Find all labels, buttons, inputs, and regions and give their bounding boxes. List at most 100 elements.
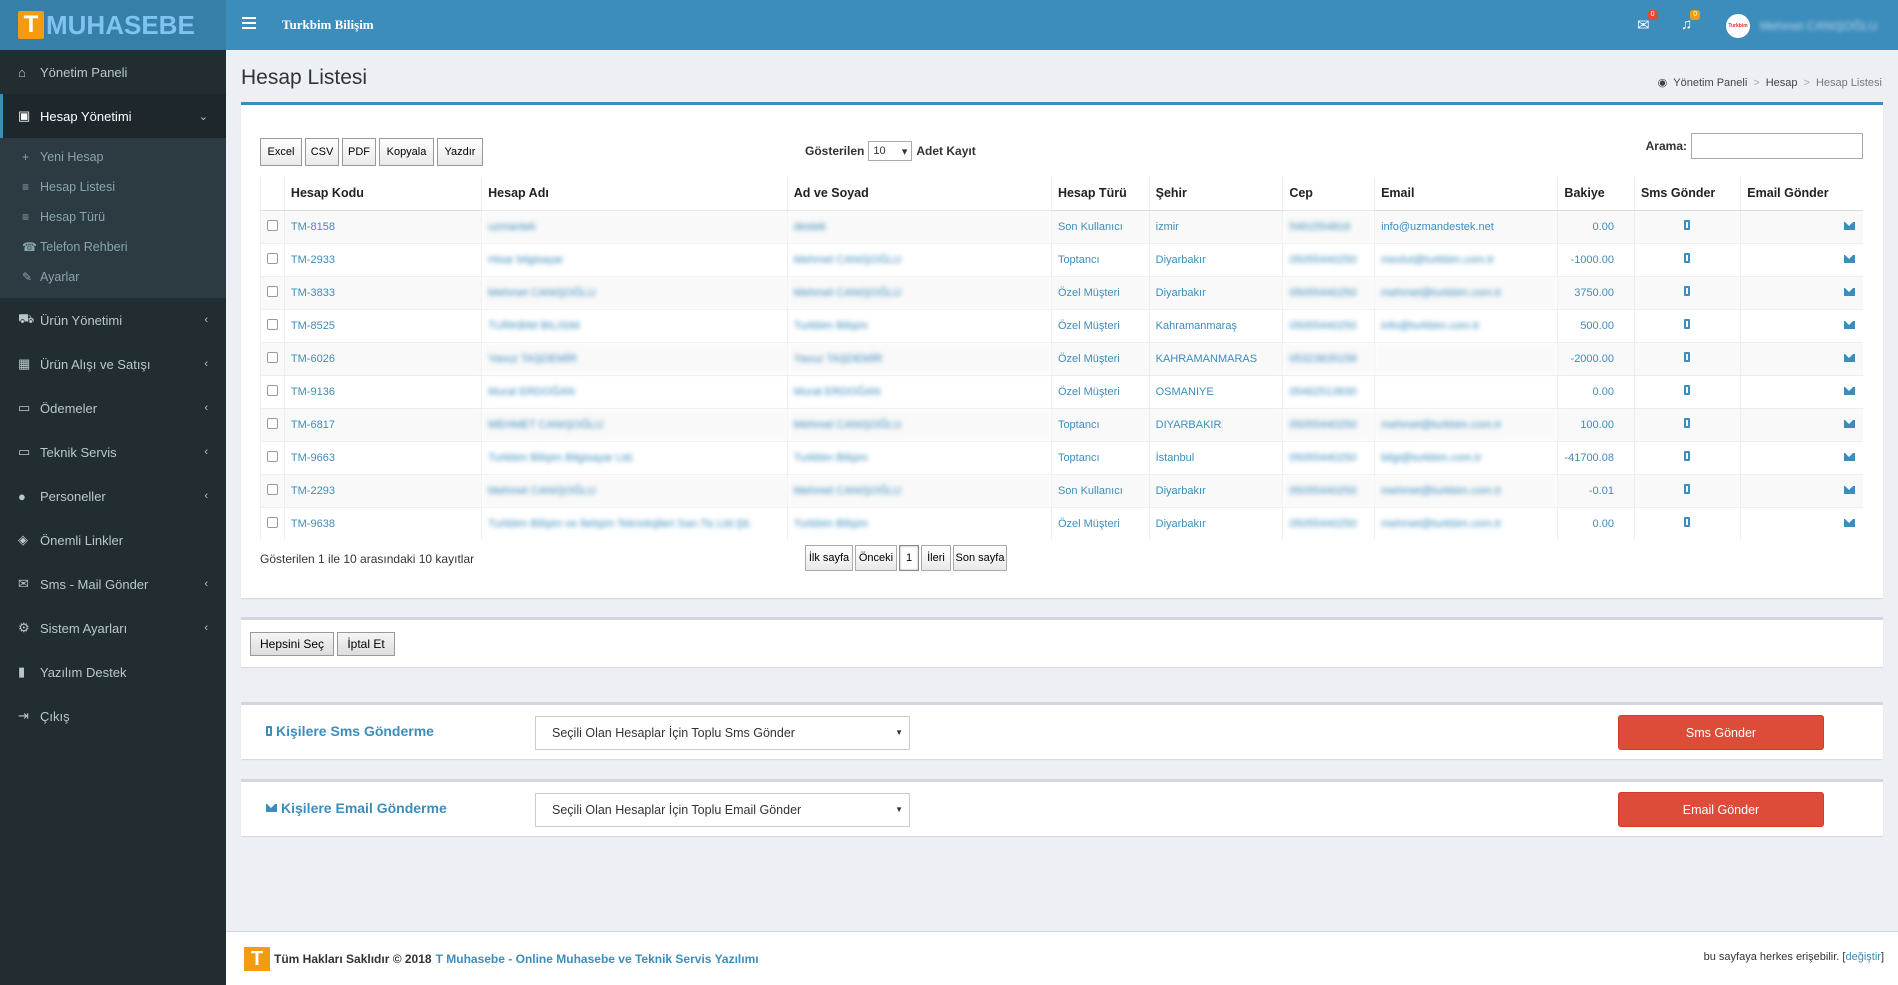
cell-ad-soyad[interactable]: destek <box>786 209 1052 243</box>
cell-ad-soyad[interactable]: Yavuz TAŞDEMİR <box>786 341 1052 375</box>
envelope-icon[interactable] <box>1844 221 1855 230</box>
sms-send-cell[interactable] <box>1633 440 1741 474</box>
cell-email[interactable] <box>1374 374 1558 408</box>
header-bakiye[interactable]: Bakiye <box>1557 177 1635 211</box>
cell-sehir[interactable]: KAHRAMANMARAS <box>1148 341 1283 375</box>
cell-cep[interactable]: 05055440250 <box>1282 473 1375 507</box>
sms-send-cell[interactable] <box>1633 275 1741 309</box>
table-row[interactable]: TM-9638 Turkbim Bilişim ve İletişim Tekno… <box>260 506 1863 540</box>
bell-icon[interactable]: ♫ 0 <box>1681 10 1701 33</box>
email-send-button[interactable]: Email Gönder <box>1618 792 1824 827</box>
sidebar-item-hesap-yonetimi[interactable]: ▣ Hesap Yönetimi ⌄ <box>0 94 226 138</box>
cell-hesap-adi[interactable]: uzmantek <box>481 209 788 243</box>
table-row[interactable]: TM-6026 Yavuz TAŞDEMİR Yavuz TAŞDEMİR Özel … <box>260 341 1863 375</box>
pagination-next[interactable]: İleri <box>921 545 951 571</box>
cell-hesap-turu[interactable]: Toptancı <box>1050 407 1150 441</box>
sidebar-item-onemli-linkler[interactable]: ◈ Önemli Linkler <box>0 518 226 562</box>
mobile-icon[interactable] <box>1683 319 1690 329</box>
header-email-gonder[interactable]: Email Gönder <box>1740 177 1863 211</box>
cell-hesap-kodu[interactable]: TM-6026 <box>283 341 482 375</box>
header-hesap-kodu[interactable]: Hesap Kodu <box>283 177 482 211</box>
cell-hesap-adi[interactable]: Turkbim Bilişim ve İletişim Teknolojiler… <box>481 506 788 540</box>
cancel-button[interactable]: İptal Et <box>337 632 395 656</box>
envelope-icon[interactable] <box>1844 518 1855 527</box>
cell-cep[interactable]: 05055440250 <box>1282 275 1375 309</box>
cell-email[interactable]: mehmet@turkbim.com.tr <box>1374 506 1558 540</box>
mobile-icon[interactable] <box>1683 352 1690 362</box>
cell-hesap-kodu[interactable]: TM-9663 <box>283 440 482 474</box>
sms-action-select[interactable]: Seçili Olan Hesaplar İçin Toplu Sms Gönd… <box>535 716 910 750</box>
sidebar-subitem-yeni-hesap[interactable]: + Yeni Hesap <box>0 142 226 172</box>
sms-send-cell[interactable] <box>1633 341 1741 375</box>
cell-hesap-turu[interactable]: Özel Müşteri <box>1050 341 1150 375</box>
cell-hesap-turu[interactable]: Toptancı <box>1050 242 1150 276</box>
header-email[interactable]: Email <box>1374 177 1558 211</box>
cell-hesap-kodu[interactable]: TM-9638 <box>283 506 482 540</box>
csv-button[interactable]: CSV <box>305 138 339 166</box>
cell-cep[interactable]: 05055440250 <box>1282 506 1375 540</box>
cell-hesap-adi[interactable]: MEHMET CANIŞOĞLU <box>481 407 788 441</box>
sms-send-button[interactable]: Sms Gönder <box>1618 715 1824 750</box>
cell-hesap-kodu[interactable]: TM-9136 <box>283 374 482 408</box>
sidebar-item-urun-alisi-satisi[interactable]: ▦ Ürün Alışı ve Satışı ‹ <box>0 342 226 386</box>
cell-ad-soyad[interactable]: Mehmet CANIŞOĞLU <box>786 473 1052 507</box>
cell-sehir[interactable]: Diyarbakır <box>1148 473 1283 507</box>
row-checkbox[interactable] <box>260 473 285 507</box>
envelope-icon[interactable] <box>1844 320 1855 329</box>
cell-cep[interactable]: 05055440250 <box>1282 308 1375 342</box>
cell-email[interactable]: info@uzmandestek.net <box>1374 209 1558 243</box>
cell-hesap-adi[interactable]: Turkbim Bilişim Bilgisayar Ltd. <box>481 440 788 474</box>
cell-hesap-adi[interactable]: Mehmet CANIŞOĞLU <box>481 275 788 309</box>
email-send-cell[interactable] <box>1740 275 1863 309</box>
sidebar-item-personeller[interactable]: ● Personeller ‹ <box>0 474 226 518</box>
cell-hesap-adi[interactable]: Yavuz TAŞDEMİR <box>481 341 788 375</box>
search-input[interactable] <box>1691 133 1863 159</box>
cell-cep[interactable]: 05462513830 <box>1282 374 1375 408</box>
cell-hesap-turu[interactable]: Son Kullanıcı <box>1050 473 1150 507</box>
cell-hesap-turu[interactable]: Özel Müşteri <box>1050 308 1150 342</box>
email-send-cell[interactable] <box>1740 506 1863 540</box>
cell-sehir[interactable]: Diyarbakır <box>1148 242 1283 276</box>
cell-hesap-kodu[interactable]: TM-8158 <box>283 209 482 243</box>
select-all-button[interactable]: Hepsini Seç <box>250 632 334 656</box>
mobile-icon[interactable] <box>1683 517 1690 528</box>
row-checkbox[interactable] <box>260 275 285 309</box>
cell-cep[interactable]: 05055440250 <box>1282 242 1375 276</box>
sms-send-cell[interactable] <box>1633 506 1741 540</box>
cell-ad-soyad[interactable]: Mehmet CANIŞOĞLU <box>786 275 1052 309</box>
cell-sehir[interactable]: Diyarbakır <box>1148 506 1283 540</box>
cell-ad-soyad[interactable]: Mehmet CANIŞOĞLU <box>786 242 1052 276</box>
print-button[interactable]: Yazdır <box>437 138 483 166</box>
pagination-page[interactable]: 1 <box>899 545 919 571</box>
cell-hesap-adi[interactable]: Murat ERDOĞAN <box>481 374 788 408</box>
email-action-select[interactable]: Seçili Olan Hesaplar İçin Toplu Email Gö… <box>535 793 910 827</box>
cell-ad-soyad[interactable]: Murat ERDOĞAN <box>786 374 1052 408</box>
email-send-cell[interactable] <box>1740 242 1863 276</box>
table-row[interactable]: TM-8158 uzmantek destek Son Kullanıcı izmir 5… <box>260 209 1863 243</box>
sidebar-subitem-hesap-listesi[interactable]: ≡ Hesap Listesi <box>0 172 226 202</box>
cell-email[interactable]: mehmet@turkbim.com.tr <box>1374 473 1558 507</box>
footer-product-link[interactable]: T Muhasebe - Online Muhasebe ve Teknik S… <box>436 952 759 966</box>
envelope-icon[interactable] <box>1844 452 1855 461</box>
email-send-cell[interactable] <box>1740 374 1863 408</box>
cell-cep[interactable]: 05055440250 <box>1282 407 1375 441</box>
table-row[interactable]: TM-8525 TURKBIM BILISIM Turkbim Bilişim Öze… <box>260 308 1863 342</box>
header-sms-gonder[interactable]: Sms Gönder <box>1633 177 1741 211</box>
sidebar-item-yonetim-paneli[interactable]: ⌂ Yönetim Paneli <box>0 50 226 94</box>
table-row[interactable]: TM-2933 Hisar bilgisayar Mehmet CANIŞOĞLU T… <box>260 242 1863 276</box>
row-checkbox[interactable] <box>260 440 285 474</box>
mobile-icon[interactable] <box>1683 451 1690 461</box>
sms-send-cell[interactable] <box>1633 374 1741 408</box>
email-send-cell[interactable] <box>1740 308 1863 342</box>
pagination-last[interactable]: Son sayfa <box>953 545 1007 571</box>
table-row[interactable]: TM-9663 Turkbim Bilişim Bilgisayar Ltd. Tu… <box>260 440 1863 474</box>
email-send-cell[interactable] <box>1740 473 1863 507</box>
cell-hesap-kodu[interactable]: TM-2933 <box>283 242 482 276</box>
cell-email[interactable]: mevlut@turkbim.com.tr <box>1374 242 1558 276</box>
sms-send-cell[interactable] <box>1633 308 1741 342</box>
row-checkbox[interactable] <box>260 506 285 540</box>
avatar[interactable]: Turkbim <box>1726 14 1750 38</box>
pagination-prev[interactable]: Önceki <box>855 545 897 571</box>
cell-sehir[interactable]: Kahramanmaraş <box>1148 308 1283 342</box>
cell-sehir[interactable]: Diyarbakır <box>1148 275 1283 309</box>
